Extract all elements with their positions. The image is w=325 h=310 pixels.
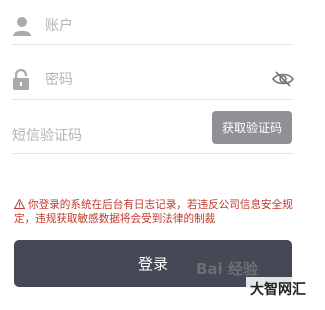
- login-button[interactable]: 登录: [14, 240, 292, 287]
- password-field: [12, 63, 294, 100]
- eye-slash-icon[interactable]: [272, 70, 294, 88]
- user-icon: [12, 16, 34, 38]
- login-form: 获取验证码 你登录的系统在后台有日志记录，若违反公司信息安全规定，违规获取敏感数…: [0, 0, 325, 310]
- sms-code-input[interactable]: [12, 128, 192, 144]
- get-sms-code-button[interactable]: 获取验证码: [212, 111, 292, 144]
- lock-icon: [12, 68, 34, 91]
- warning-icon: [13, 198, 26, 209]
- security-notice-text: 你登录的系统在后台有日志记录，若违反公司信息安全规定，违规获取敏感数据将会受到法…: [14, 199, 293, 225]
- security-notice: 你登录的系统在后台有日志记录，若违反公司信息安全规定，违规获取敏感数据将会受到法…: [13, 198, 294, 226]
- account-field: [12, 10, 293, 45]
- account-input[interactable]: [45, 18, 245, 34]
- password-input[interactable]: [45, 72, 245, 88]
